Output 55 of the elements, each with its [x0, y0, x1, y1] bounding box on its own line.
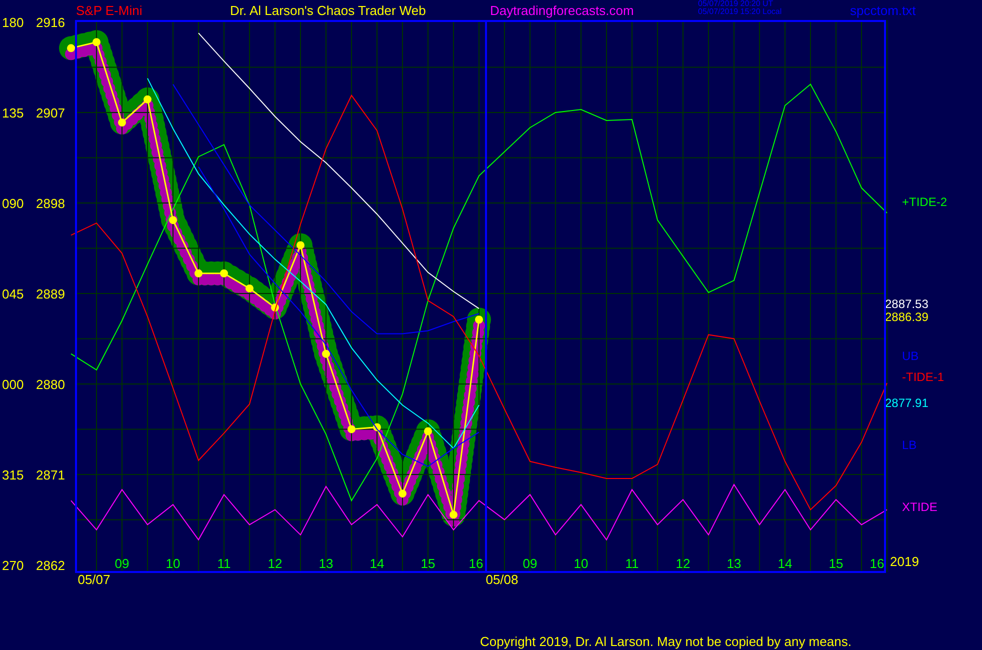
x-axis-label: 14	[778, 556, 792, 571]
point	[450, 510, 458, 519]
x-axis-label: 16	[870, 556, 884, 571]
x-axis-label: 16	[468, 556, 484, 571]
degree-label: 315	[2, 467, 24, 482]
series-label: 2877.91	[885, 396, 928, 410]
series-label: +TIDE-2	[902, 195, 948, 209]
series-label: 2886.39	[885, 310, 928, 324]
y-axis-label: 2916	[36, 15, 65, 30]
point	[296, 241, 304, 250]
degree-label: 180	[2, 15, 24, 30]
x-axis-label: 15	[420, 556, 436, 571]
file-name: spcctom.txt	[850, 2, 917, 18]
y-axis-label: 2907	[36, 106, 65, 120]
point	[92, 38, 100, 46]
degree-label: 135	[2, 106, 24, 120]
x-axis-label: 10	[166, 556, 180, 571]
x-axis-label: 14	[370, 556, 384, 571]
date-label: 05/08	[486, 572, 518, 587]
x-axis-label: 10	[574, 556, 588, 571]
y-axis-label: 2880	[36, 376, 65, 392]
x-axis-label: 15	[828, 556, 844, 571]
x-axis-label: 09	[114, 556, 130, 571]
x-axis-label: 12	[676, 556, 690, 571]
year-label: 2019	[890, 554, 919, 569]
x-axis-label: 09	[522, 556, 538, 571]
copyright-text: Copyright 2019, Dr. Al Larson. May not be copied by any means.	[480, 634, 852, 649]
timestamp: 05/07/2019 20:20 UT	[698, 0, 774, 8]
point	[118, 118, 126, 127]
degree-label: 045	[2, 286, 24, 302]
y-axis-label: 2889	[36, 286, 65, 302]
site-name: Daytradingforecasts.com	[490, 2, 635, 18]
point	[144, 95, 152, 104]
y-axis-label: 2871	[36, 467, 65, 482]
degree-label: 270	[2, 558, 24, 573]
x-axis-label: 13	[318, 556, 334, 571]
degree-label: 000	[2, 376, 24, 392]
series-label: -TIDE-1	[902, 370, 944, 384]
point	[398, 490, 406, 498]
timestamp: 05/07/2019 15:20 Local	[698, 8, 783, 16]
date-label: 05/07	[78, 572, 110, 587]
series-label: LB	[902, 438, 917, 452]
y-axis-label: 2862	[36, 558, 65, 573]
y-axis-label: 2898	[36, 196, 65, 211]
x-axis-label: 11	[625, 556, 639, 571]
x-axis-label: 13	[726, 556, 742, 571]
series-label: UB	[902, 349, 919, 363]
x-axis-label: 11	[217, 556, 231, 571]
x-axis-label: 12	[268, 556, 282, 571]
point	[424, 427, 432, 436]
chart-title: Dr. Al Larson's Chaos Trader Web	[230, 2, 427, 18]
series-label: XTIDE	[902, 500, 938, 514]
degree-label: 090	[2, 196, 24, 211]
symbol-label: S&P E-Mini	[76, 2, 144, 18]
series-label: 2887.53	[885, 297, 928, 311]
